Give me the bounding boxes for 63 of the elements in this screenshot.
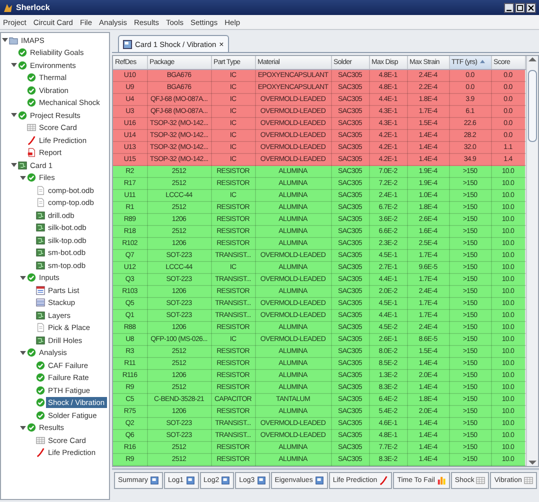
page-icon <box>36 323 45 332</box>
circuit-board-icon <box>36 310 45 320</box>
document-icon <box>27 148 36 158</box>
circuit-board-icon <box>36 236 45 245</box>
page-icon <box>36 186 45 195</box>
curve-icon <box>27 136 36 145</box>
page-icon <box>186 476 195 485</box>
close-tab-button[interactable]: × <box>219 40 224 48</box>
check-circle-icon <box>18 48 27 58</box>
folder-icon <box>9 36 18 45</box>
table-icon <box>524 476 533 485</box>
app-icon <box>3 2 13 12</box>
circuit-board-icon <box>36 210 45 220</box>
check-circle-icon <box>18 110 27 120</box>
check-circle-icon <box>27 423 36 432</box>
page-icon <box>150 476 159 485</box>
check-circle-icon <box>36 373 45 382</box>
check-circle-icon <box>27 173 36 182</box>
curve-icon <box>36 448 45 458</box>
curve-icon <box>379 476 388 485</box>
check-circle-icon <box>27 98 36 108</box>
layers-icon <box>36 298 45 308</box>
circuit-board-icon <box>18 160 27 170</box>
page-icon <box>36 198 45 208</box>
expand-arrow-icon[interactable] <box>20 274 26 281</box>
scroll-up-icon[interactable] <box>526 56 538 64</box>
check-circle-icon <box>18 60 27 70</box>
bar-chart-icon <box>436 476 446 485</box>
list-icon <box>36 286 45 295</box>
circuit-board-icon <box>36 336 45 345</box>
expand-arrow-icon[interactable] <box>20 174 26 181</box>
check-circle-icon <box>27 273 36 282</box>
minimize-icon[interactable] <box>504 2 514 12</box>
check-circle-icon <box>36 410 45 420</box>
page-icon <box>256 476 266 485</box>
table-icon <box>36 436 45 445</box>
scroll-thumb[interactable] <box>528 70 536 142</box>
page-icon <box>314 476 324 485</box>
close-icon[interactable] <box>526 2 536 12</box>
check-circle-icon <box>36 386 45 395</box>
document-icon <box>123 40 132 48</box>
expand-arrow-icon[interactable] <box>20 350 26 356</box>
expand-arrow-icon[interactable] <box>11 162 17 168</box>
expand-arrow-icon[interactable] <box>11 112 17 118</box>
circuit-board-icon <box>36 223 45 232</box>
window-title: Sherlock <box>16 3 50 12</box>
circuit-board-icon <box>36 260 45 270</box>
sort-ascending-icon <box>480 59 486 64</box>
check-circle-icon <box>27 86 36 95</box>
scrollbar[interactable] <box>526 56 538 466</box>
expand-arrow-icon[interactable] <box>11 62 17 68</box>
expand-arrow-icon[interactable] <box>20 424 26 431</box>
check-circle-icon <box>36 360 45 370</box>
check-circle-icon <box>27 348 36 358</box>
table-icon <box>27 123 36 132</box>
page-icon <box>221 476 230 485</box>
table-icon <box>476 476 486 485</box>
maximize-icon[interactable] <box>515 2 525 12</box>
circuit-board-icon <box>36 248 45 258</box>
scroll-down-icon[interactable] <box>526 458 538 466</box>
expand-arrow-icon[interactable] <box>2 37 8 44</box>
check-circle-icon <box>27 73 36 82</box>
check-circle-icon <box>36 398 45 408</box>
